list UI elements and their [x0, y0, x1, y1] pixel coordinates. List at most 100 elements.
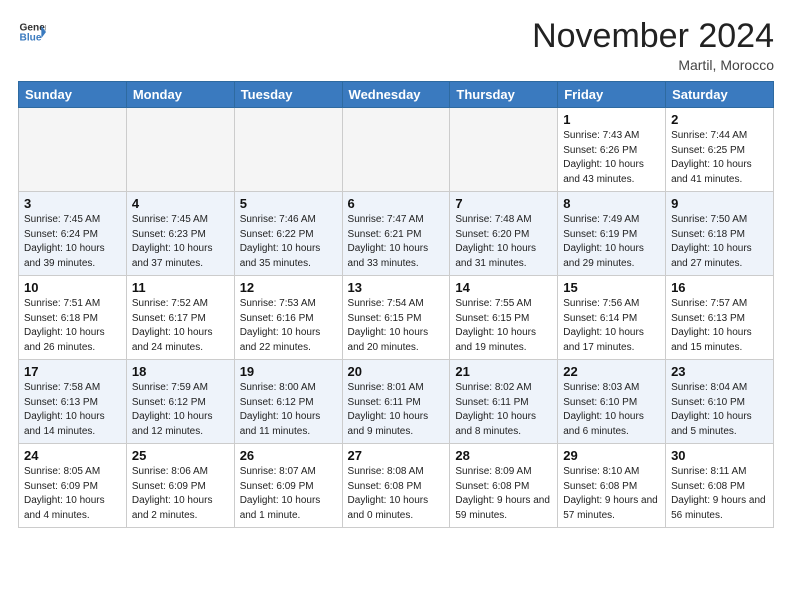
svg-text:Blue: Blue	[20, 33, 42, 44]
day-number: 5	[240, 196, 337, 211]
day-info: Sunrise: 7:51 AM Sunset: 6:18 PM Dayligh…	[24, 297, 121, 355]
weekday-header-tuesday: Tuesday	[234, 82, 342, 108]
day-number: 3	[24, 196, 121, 211]
header: General Blue November 2024 Martil, Moroc…	[18, 18, 774, 73]
day-number: 28	[455, 448, 552, 463]
calendar-week-row: 1 Sunrise: 7:43 AM Sunset: 6:26 PM Daylig…	[19, 108, 774, 192]
day-info: Sunrise: 8:05 AM Sunset: 6:09 PM Dayligh…	[24, 465, 121, 523]
day-info: Sunrise: 7:56 AM Sunset: 6:14 PM Dayligh…	[563, 297, 660, 355]
day-number: 30	[671, 448, 768, 463]
day-info: Sunrise: 8:11 AM Sunset: 6:08 PM Dayligh…	[671, 465, 768, 523]
day-info: Sunrise: 8:08 AM Sunset: 6:08 PM Dayligh…	[348, 465, 445, 523]
weekday-header-monday: Monday	[126, 82, 234, 108]
day-number: 13	[348, 280, 445, 295]
day-info: Sunrise: 8:04 AM Sunset: 6:10 PM Dayligh…	[671, 381, 768, 439]
day-info: Sunrise: 7:59 AM Sunset: 6:12 PM Dayligh…	[132, 381, 229, 439]
calendar-cell: 13 Sunrise: 7:54 AM Sunset: 6:15 PM Dayli…	[342, 276, 450, 360]
day-number: 18	[132, 364, 229, 379]
weekday-header-row: SundayMondayTuesdayWednesdayThursdayFrid…	[19, 82, 774, 108]
calendar-cell: 29 Sunrise: 8:10 AM Sunset: 6:08 PM Dayli…	[558, 444, 666, 528]
calendar-cell: 1 Sunrise: 7:43 AM Sunset: 6:26 PM Daylig…	[558, 108, 666, 192]
calendar-cell: 19Sunrise: 8:00 AM Sunset: 6:12 PM Dayli…	[234, 360, 342, 444]
day-info: Sunrise: 7:58 AM Sunset: 6:13 PM Dayligh…	[24, 381, 121, 439]
calendar-cell: 15Sunrise: 7:56 AM Sunset: 6:14 PM Dayli…	[558, 276, 666, 360]
day-number: 14	[455, 280, 552, 295]
day-info: Sunrise: 8:03 AM Sunset: 6:10 PM Dayligh…	[563, 381, 660, 439]
calendar-cell: 14 Sunrise: 7:55 AM Sunset: 6:15 PM Dayli…	[450, 276, 558, 360]
calendar-week-row: 24 Sunrise: 8:05 AM Sunset: 6:09 PM Dayli…	[19, 444, 774, 528]
day-info: Sunrise: 7:49 AM Sunset: 6:19 PM Dayligh…	[563, 213, 660, 271]
day-info: Sunrise: 8:00 AM Sunset: 6:12 PM Dayligh…	[240, 381, 337, 439]
calendar-cell: 9Sunrise: 7:50 AM Sunset: 6:18 PM Daylig…	[666, 192, 774, 276]
calendar-page: General Blue November 2024 Martil, Moroc…	[0, 0, 792, 538]
day-number: 23	[671, 364, 768, 379]
calendar-cell	[342, 108, 450, 192]
day-info: Sunrise: 8:01 AM Sunset: 6:11 PM Dayligh…	[348, 381, 445, 439]
calendar-cell: 5 Sunrise: 7:46 AM Sunset: 6:22 PM Daylig…	[234, 192, 342, 276]
calendar-cell: 26 Sunrise: 8:07 AM Sunset: 6:09 PM Dayli…	[234, 444, 342, 528]
day-info: Sunrise: 7:54 AM Sunset: 6:15 PM Dayligh…	[348, 297, 445, 355]
day-number: 10	[24, 280, 121, 295]
calendar-cell: 10 Sunrise: 7:51 AM Sunset: 6:18 PM Dayli…	[19, 276, 127, 360]
calendar-cell: 7 Sunrise: 7:48 AM Sunset: 6:20 PM Daylig…	[450, 192, 558, 276]
calendar-cell: 6 Sunrise: 7:47 AM Sunset: 6:21 PM Daylig…	[342, 192, 450, 276]
calendar-cell: 28 Sunrise: 8:09 AM Sunset: 6:08 PM Dayli…	[450, 444, 558, 528]
calendar-cell: 11Sunrise: 7:52 AM Sunset: 6:17 PM Dayli…	[126, 276, 234, 360]
logo: General Blue	[18, 18, 46, 46]
calendar-cell: 20 Sunrise: 8:01 AM Sunset: 6:11 PM Dayli…	[342, 360, 450, 444]
day-number: 29	[563, 448, 660, 463]
calendar-cell	[450, 108, 558, 192]
day-number: 1	[563, 112, 660, 127]
calendar-cell	[234, 108, 342, 192]
day-number: 6	[348, 196, 445, 211]
day-info: Sunrise: 7:55 AM Sunset: 6:15 PM Dayligh…	[455, 297, 552, 355]
calendar-cell: 3Sunrise: 7:45 AM Sunset: 6:24 PM Daylig…	[19, 192, 127, 276]
day-number: 21	[455, 364, 552, 379]
weekday-header-friday: Friday	[558, 82, 666, 108]
weekday-header-wednesday: Wednesday	[342, 82, 450, 108]
day-info: Sunrise: 8:06 AM Sunset: 6:09 PM Dayligh…	[132, 465, 229, 523]
day-number: 24	[24, 448, 121, 463]
calendar-cell: 30 Sunrise: 8:11 AM Sunset: 6:08 PM Dayli…	[666, 444, 774, 528]
day-number: 4	[132, 196, 229, 211]
day-number: 22	[563, 364, 660, 379]
day-info: Sunrise: 8:02 AM Sunset: 6:11 PM Dayligh…	[455, 381, 552, 439]
day-number: 17	[24, 364, 121, 379]
day-info: Sunrise: 7:44 AM Sunset: 6:25 PM Dayligh…	[671, 129, 768, 187]
day-number: 20	[348, 364, 445, 379]
calendar-cell: 27 Sunrise: 8:08 AM Sunset: 6:08 PM Dayli…	[342, 444, 450, 528]
calendar-week-row: 3Sunrise: 7:45 AM Sunset: 6:24 PM Daylig…	[19, 192, 774, 276]
calendar-cell: 4 Sunrise: 7:45 AM Sunset: 6:23 PM Daylig…	[126, 192, 234, 276]
day-info: Sunrise: 7:46 AM Sunset: 6:22 PM Dayligh…	[240, 213, 337, 271]
day-info: Sunrise: 7:45 AM Sunset: 6:23 PM Dayligh…	[132, 213, 229, 271]
day-number: 12	[240, 280, 337, 295]
day-info: Sunrise: 8:09 AM Sunset: 6:08 PM Dayligh…	[455, 465, 552, 523]
logo-icon: General Blue	[18, 18, 46, 46]
day-info: Sunrise: 8:10 AM Sunset: 6:08 PM Dayligh…	[563, 465, 660, 523]
title-block: November 2024 Martil, Morocco	[532, 18, 774, 73]
calendar-cell: 21 Sunrise: 8:02 AM Sunset: 6:11 PM Dayli…	[450, 360, 558, 444]
day-number: 8	[563, 196, 660, 211]
day-number: 27	[348, 448, 445, 463]
calendar-cell: 22 Sunrise: 8:03 AM Sunset: 6:10 PM Dayli…	[558, 360, 666, 444]
calendar-cell	[126, 108, 234, 192]
day-info: Sunrise: 7:48 AM Sunset: 6:20 PM Dayligh…	[455, 213, 552, 271]
day-info: Sunrise: 8:07 AM Sunset: 6:09 PM Dayligh…	[240, 465, 337, 523]
day-info: Sunrise: 7:47 AM Sunset: 6:21 PM Dayligh…	[348, 213, 445, 271]
location: Martil, Morocco	[532, 57, 774, 73]
day-info: Sunrise: 7:43 AM Sunset: 6:26 PM Dayligh…	[563, 129, 660, 187]
calendar-cell: 8 Sunrise: 7:49 AM Sunset: 6:19 PM Daylig…	[558, 192, 666, 276]
weekday-header-thursday: Thursday	[450, 82, 558, 108]
weekday-header-saturday: Saturday	[666, 82, 774, 108]
day-number: 7	[455, 196, 552, 211]
calendar-week-row: 17 Sunrise: 7:58 AM Sunset: 6:13 PM Dayli…	[19, 360, 774, 444]
calendar-cell: 24 Sunrise: 8:05 AM Sunset: 6:09 PM Dayli…	[19, 444, 127, 528]
day-number: 2	[671, 112, 768, 127]
month-title: November 2024	[532, 18, 774, 55]
calendar-cell	[19, 108, 127, 192]
day-number: 26	[240, 448, 337, 463]
calendar-cell: 18 Sunrise: 7:59 AM Sunset: 6:12 PM Dayli…	[126, 360, 234, 444]
day-number: 16	[671, 280, 768, 295]
day-info: Sunrise: 7:50 AM Sunset: 6:18 PM Dayligh…	[671, 213, 768, 271]
day-number: 25	[132, 448, 229, 463]
